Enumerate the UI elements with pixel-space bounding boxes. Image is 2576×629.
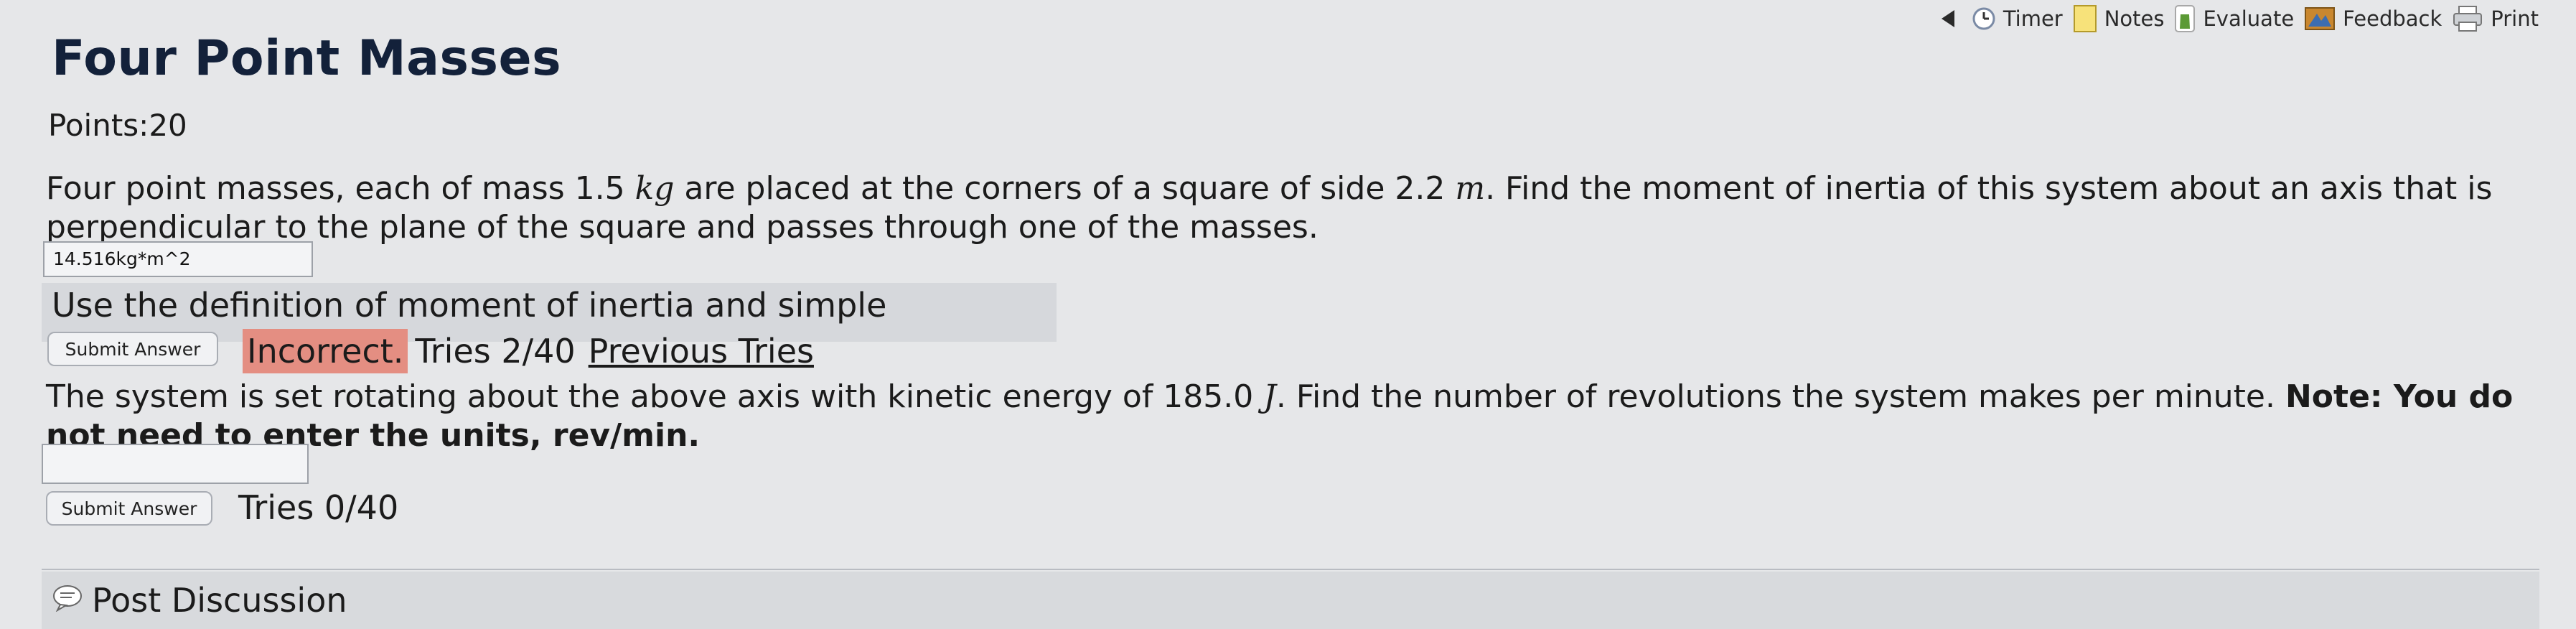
tries-count-2: Tries 0/40: [238, 488, 399, 527]
answer-input-1[interactable]: 14.516kg*m^2: [43, 241, 313, 277]
problem-part2-text: The system is set rotating about the abo…: [46, 378, 2544, 455]
problem-part1-a: Four point masses, each of mass 1.5: [46, 170, 635, 207]
problem-part1-text: Four point masses, each of mass 1.5 kg a…: [46, 169, 2544, 247]
unit-m: m: [1455, 170, 1486, 207]
problem-part1-b: are placed at the corners of a square of…: [674, 170, 1456, 207]
section-divider: [42, 569, 2539, 570]
previous-tries-link[interactable]: Previous Tries: [589, 332, 814, 371]
post-discussion-label: Post Discussion: [92, 581, 347, 620]
unit-J: J: [1263, 378, 1276, 415]
notes-icon: [2073, 4, 2097, 33]
back-arrow-icon[interactable]: [1941, 10, 1954, 27]
timer-label: Timer: [2003, 6, 2063, 31]
post-discussion-bar[interactable]: Post Discussion: [42, 572, 2539, 629]
timer-button[interactable]: Timer: [1972, 6, 2063, 31]
problem-part2-a: The system is set rotating about the abo…: [46, 378, 1264, 415]
timer-icon: [1972, 6, 1996, 31]
feedback-label: Feedback: [2343, 6, 2442, 31]
tries-count-1: Tries 2/40: [415, 332, 576, 371]
printer-icon: [2452, 5, 2483, 32]
print-label: Print: [2491, 6, 2539, 31]
notes-button[interactable]: Notes: [2073, 4, 2165, 33]
evaluate-icon: [2174, 4, 2196, 33]
evaluate-button[interactable]: Evaluate: [2174, 4, 2294, 33]
submit-answer-button-1[interactable]: Submit Answer: [47, 332, 218, 366]
status-row-1: Incorrect. Tries 2/40 Previous Tries: [243, 329, 814, 373]
toolbar: Timer Notes Evaluate Feedback Print: [1941, 4, 2539, 33]
feedback-icon: [2304, 5, 2336, 32]
unit-kg: kg: [634, 170, 675, 207]
problem-part2-b: . Find the number of revolutions the sys…: [1275, 378, 2285, 415]
points-label: Points:20: [48, 108, 187, 143]
print-button[interactable]: Print: [2452, 5, 2539, 32]
answer-input-2[interactable]: [42, 444, 309, 484]
page-title: Four Point Masses: [52, 30, 562, 87]
feedback-button[interactable]: Feedback: [2304, 5, 2442, 32]
submit-answer-button-2[interactable]: Submit Answer: [46, 491, 212, 526]
notes-label: Notes: [2104, 6, 2165, 31]
discussion-icon: [52, 581, 83, 620]
incorrect-badge: Incorrect.: [243, 329, 408, 373]
evaluate-label: Evaluate: [2203, 6, 2295, 31]
